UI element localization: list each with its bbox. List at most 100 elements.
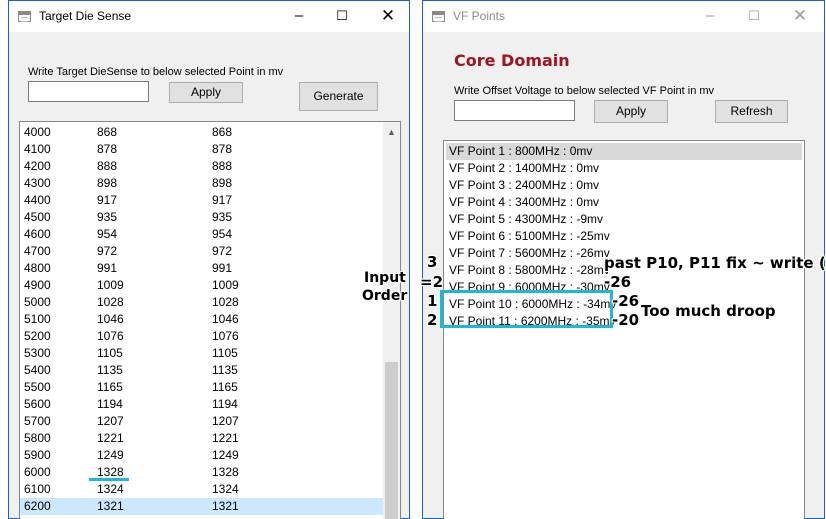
p10-value-note: -26 (612, 292, 640, 310)
row-cell-a: 1009 (97, 278, 124, 292)
target-die-sense-window: Target Die Sense – ☐ ✕ Write Target DieS… (8, 0, 410, 519)
vf-point-item[interactable]: VF Point 3 : 2400MHz : 0mv (446, 177, 802, 194)
row-cell-a: 1324 (97, 482, 124, 496)
table-row[interactable]: 6100 1324 1324 (20, 481, 383, 498)
table-row[interactable]: 5700 1207 1207 (20, 413, 383, 430)
refresh-button[interactable]: Refresh (715, 100, 788, 123)
p11-value-note: -20 (612, 311, 640, 329)
row-cell-a: 954 (97, 227, 118, 241)
row-cell-b: 972 (212, 244, 233, 258)
minimize-icon[interactable]: – (289, 6, 309, 26)
vf-point-item[interactable]: VF Point 4 : 3400MHz : 0mv (446, 194, 802, 211)
maximize-icon[interactable]: ☐ (744, 6, 764, 26)
row-cell-a: 1165 (97, 380, 123, 394)
vertical-scrollbar[interactable]: ▲ (383, 122, 400, 519)
row-cell-a: 1207 (97, 414, 124, 428)
row-cell-b: 935 (212, 210, 233, 224)
row-cell-freq: 4800 (24, 261, 51, 275)
row-cell-b: 1194 (212, 397, 238, 411)
row-cell-freq: 4300 (24, 176, 51, 190)
droop-note: Too much droop (641, 302, 776, 320)
row-cell-freq: 4500 (24, 210, 51, 224)
row-cell-b: 1328 (212, 465, 239, 479)
row-cell-freq: 6100 (24, 482, 51, 496)
p9-value-note: -26 (604, 273, 632, 291)
row-cell-a: 1194 (97, 397, 123, 411)
table-row[interactable]: 4800 991 991 (20, 260, 383, 277)
table-row[interactable]: 4500 935 935 (20, 209, 383, 226)
table-row[interactable]: 6000 1328 1328 (20, 464, 383, 481)
row-cell-b: 1135 (212, 363, 238, 377)
order-number: 2 (427, 311, 438, 329)
row-cell-a: 1249 (97, 448, 124, 462)
table-row[interactable]: 5900 1249 1249 (20, 447, 383, 464)
row-cell-freq: 5600 (24, 397, 51, 411)
row-cell-b: 1165 (212, 380, 238, 394)
table-row[interactable]: 5400 1135 1135 (20, 362, 383, 379)
row-cell-freq: 4700 (24, 244, 51, 258)
row-cell-a: 917 (97, 193, 118, 207)
row-cell-b: 898 (212, 176, 233, 190)
scroll-up-icon[interactable]: ▲ (383, 124, 400, 141)
vf-point-item[interactable]: VF Point 5 : 4300MHz : -9mv (446, 211, 802, 228)
table-row[interactable]: 6200 1321 1321 (20, 498, 383, 515)
generate-button[interactable]: Generate (299, 82, 378, 111)
row-cell-freq: 5700 (24, 414, 51, 428)
row-cell-b: 1009 (212, 278, 239, 292)
table-row[interactable]: 5200 1076 1076 (20, 328, 383, 345)
instruction-label: Write Target DieSense to below selected … (28, 66, 284, 78)
title-bar[interactable]: Target Die Sense – ☐ ✕ (9, 1, 409, 32)
apply-button[interactable]: Apply (169, 82, 243, 103)
die-sense-list[interactable]: 6200 1321 1321 6100 1324 1324 6000 1328 1328 5900… (19, 121, 401, 519)
row-cell-b: 1028 (212, 295, 239, 309)
table-row[interactable]: 4000 868 868 (20, 124, 383, 141)
table-row[interactable]: 5100 1046 1046 (20, 311, 383, 328)
die-sense-input[interactable] (28, 81, 149, 102)
table-row[interactable]: 4100 878 878 (20, 141, 383, 158)
close-icon[interactable]: ✕ (378, 6, 398, 26)
row-cell-freq: 6000 (24, 465, 51, 479)
vf-point-item[interactable]: VF Point 1 : 800MHz : 0mv (446, 143, 802, 160)
order-number: 3 (427, 253, 438, 271)
table-row[interactable]: 5600 1194 1194 (20, 396, 383, 413)
table-row[interactable]: 5000 1028 1028 (20, 294, 383, 311)
row-cell-b: 1324 (212, 482, 239, 496)
row-cell-a: 898 (97, 176, 118, 190)
highlight-underline (89, 478, 129, 481)
row-cell-freq: 4400 (24, 193, 51, 207)
row-cell-freq: 6200 (24, 499, 51, 513)
maximize-icon[interactable]: ☐ (332, 6, 352, 26)
table-row[interactable]: 4200 888 888 (20, 158, 383, 175)
close-icon[interactable]: ✕ (790, 6, 810, 26)
app-window-icon (432, 11, 445, 22)
row-cell-a: 1076 (97, 329, 124, 343)
window-title: VF Points (453, 9, 506, 23)
table-row[interactable]: 4700 972 972 (20, 243, 383, 260)
scroll-thumb[interactable] (385, 362, 398, 519)
table-row[interactable]: 4300 898 898 (20, 175, 383, 192)
row-cell-freq: 4200 (24, 159, 51, 173)
row-cell-a: 1028 (97, 295, 124, 309)
vf-point-item[interactable]: VF Point 2 : 1400MHz : 0mv (446, 160, 802, 177)
table-row[interactable]: 4900 1009 1009 (20, 277, 383, 294)
table-row[interactable]: 4600 954 954 (20, 226, 383, 243)
table-row[interactable]: 5300 1105 1105 (20, 345, 383, 362)
row-cell-freq: 5500 (24, 380, 51, 394)
row-cell-a: 935 (97, 210, 118, 224)
offset-voltage-input[interactable] (454, 100, 575, 121)
row-cell-a: 972 (97, 244, 118, 258)
vf-point-item[interactable]: VF Point 6 : 5100MHz : -25mv (446, 228, 802, 245)
row-cell-freq: 4000 (24, 125, 51, 139)
apply-button[interactable]: Apply (594, 100, 668, 123)
table-row[interactable]: 5800 1221 1221 (20, 430, 383, 447)
table-row[interactable]: 4400 917 917 (20, 192, 383, 209)
highlight-box (440, 290, 613, 328)
row-cell-b: 1221 (212, 431, 239, 445)
input-order-label: Order (362, 288, 408, 304)
table-row[interactable]: 5500 1165 1165 (20, 379, 383, 396)
row-cell-b: 991 (212, 261, 233, 275)
minimize-icon[interactable]: – (700, 6, 720, 26)
vf-points-list[interactable]: VF Point 1 : 800MHz : 0mv VF Point 2 : 14… (443, 140, 805, 519)
title-bar[interactable]: VF Points – ☐ ✕ (423, 1, 824, 32)
row-cell-a: 1321 (97, 499, 124, 513)
